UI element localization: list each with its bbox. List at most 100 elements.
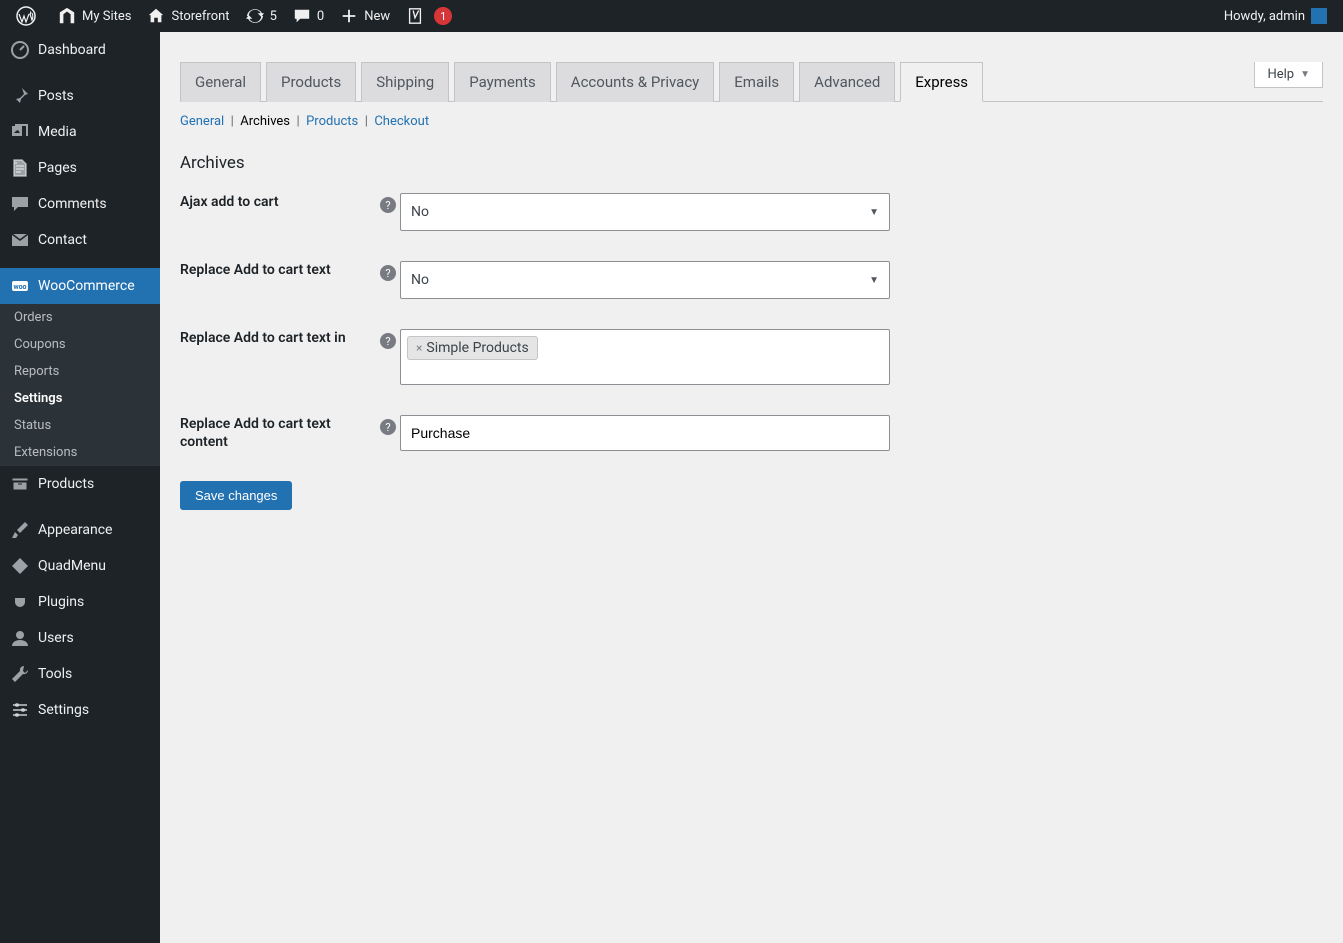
sidebar-item-label: Tools [38, 666, 72, 682]
field-label-replace-text: Replace Add to cart text [180, 261, 380, 279]
select-value: No [411, 272, 429, 288]
sidebar-item-comments[interactable]: Comments [0, 186, 160, 222]
sidebar-item-label: Dashboard [38, 42, 106, 58]
sidebar-item-media[interactable]: Media [0, 114, 160, 150]
comment-icon [293, 7, 311, 25]
chip-simple-products: × Simple Products [407, 336, 538, 360]
sidebar-item-appearance[interactable]: Appearance [0, 512, 160, 548]
sidebar-item-posts[interactable]: Posts [0, 78, 160, 114]
subtab-general[interactable]: General [180, 114, 224, 129]
sidebar-item-products[interactable]: Products [0, 466, 160, 502]
admin-sidebar: Dashboard Posts Media Pages Comments Con… [0, 32, 160, 943]
section-subtabs: General | Archives | Products | Checkout [180, 114, 1323, 129]
sidebar-item-label: Posts [38, 88, 74, 104]
wp-logo[interactable] [8, 0, 50, 32]
replace-text-in-multiselect[interactable]: × Simple Products [400, 329, 890, 385]
mail-icon [10, 230, 30, 250]
help-tooltip-icon[interactable]: ? [380, 197, 396, 213]
tab-payments[interactable]: Payments [454, 62, 551, 102]
tab-general[interactable]: General [180, 62, 261, 102]
sidebar-item-users[interactable]: Users [0, 620, 160, 656]
sidebar-item-label: Contact [38, 232, 87, 248]
woocommerce-icon: woo [10, 276, 30, 296]
diamond-icon [10, 556, 30, 576]
sidebar-item-pages[interactable]: Pages [0, 150, 160, 186]
sites-icon [58, 7, 76, 25]
home-icon [147, 7, 165, 25]
help-tooltip-icon[interactable]: ? [380, 333, 396, 349]
dashboard-icon [10, 40, 30, 60]
new-content-link[interactable]: New [332, 0, 398, 32]
sidebar-item-label: QuadMenu [38, 558, 106, 574]
sidebar-item-label: WooCommerce [38, 278, 135, 294]
submenu-status[interactable]: Status [0, 412, 160, 439]
sidebar-item-label: Products [38, 476, 94, 492]
save-changes-button[interactable]: Save changes [180, 481, 292, 510]
section-title: Archives [180, 153, 1323, 173]
chevron-down-icon: ▼ [869, 207, 879, 218]
site-name-label: Storefront [171, 9, 229, 24]
ajax-add-to-cart-select[interactable]: No ▼ [400, 193, 890, 231]
yoast-badge: 1 [434, 7, 452, 25]
svg-text:woo: woo [13, 283, 26, 291]
submenu-reports[interactable]: Reports [0, 358, 160, 385]
sidebar-item-tools[interactable]: Tools [0, 656, 160, 692]
field-label-ajax-add-to-cart: Ajax add to cart [180, 193, 380, 211]
howdy-label: Howdy, admin [1224, 9, 1305, 24]
updates-icon [246, 7, 264, 25]
subtab-products[interactable]: Products [306, 114, 358, 129]
tab-advanced[interactable]: Advanced [799, 62, 895, 102]
brush-icon [10, 520, 30, 540]
woocommerce-submenu: Orders Coupons Reports Settings Status E… [0, 304, 160, 466]
submenu-settings[interactable]: Settings [0, 385, 160, 412]
tab-emails[interactable]: Emails [719, 62, 794, 102]
my-sites-link[interactable]: My Sites [50, 0, 139, 32]
sidebar-item-label: Settings [38, 702, 89, 718]
plug-icon [10, 592, 30, 612]
site-name-link[interactable]: Storefront [139, 0, 237, 32]
yoast-link[interactable]: 1 [398, 0, 460, 32]
field-label-replace-text-in: Replace Add to cart text in [180, 329, 380, 347]
settings-form: Ajax add to cart ? No ▼ Replace Add to c… [180, 193, 1323, 451]
media-icon [10, 122, 30, 142]
submenu-orders[interactable]: Orders [0, 304, 160, 331]
replace-text-content-input[interactable] [400, 415, 890, 451]
subtab-archives[interactable]: Archives [240, 114, 290, 129]
chevron-down-icon: ▼ [869, 275, 879, 286]
help-tooltip-icon[interactable]: ? [380, 265, 396, 281]
replace-text-select[interactable]: No ▼ [400, 261, 890, 299]
wrench-icon [10, 664, 30, 684]
new-label: New [364, 9, 390, 24]
user-icon [10, 628, 30, 648]
sidebar-item-dashboard[interactable]: Dashboard [0, 32, 160, 68]
remove-chip-icon[interactable]: × [416, 341, 424, 355]
tab-express[interactable]: Express [900, 62, 983, 102]
wordpress-logo-icon [16, 6, 36, 26]
admin-toolbar: My Sites Storefront 5 0 New 1 Howdy, adm… [0, 0, 1343, 32]
sidebar-item-contact[interactable]: Contact [0, 222, 160, 258]
help-tooltip-icon[interactable]: ? [380, 419, 396, 435]
subtab-checkout[interactable]: Checkout [374, 114, 429, 129]
pages-icon [10, 158, 30, 178]
tab-products[interactable]: Products [266, 62, 356, 102]
comments-link[interactable]: 0 [285, 0, 332, 32]
my-sites-label: My Sites [82, 9, 131, 24]
tab-shipping[interactable]: Shipping [361, 62, 449, 102]
sidebar-item-settings[interactable]: Settings [0, 692, 160, 728]
sidebar-item-plugins[interactable]: Plugins [0, 584, 160, 620]
help-toggle[interactable]: Help ▼ [1254, 62, 1323, 88]
comments-count: 0 [317, 9, 324, 24]
avatar [1311, 8, 1327, 24]
submenu-coupons[interactable]: Coupons [0, 331, 160, 358]
updates-link[interactable]: 5 [238, 0, 285, 32]
tab-accounts-privacy[interactable]: Accounts & Privacy [556, 62, 714, 102]
submenu-extensions[interactable]: Extensions [0, 439, 160, 466]
account-link[interactable]: Howdy, admin [1216, 0, 1335, 32]
sidebar-item-woocommerce[interactable]: woo WooCommerce [0, 268, 160, 304]
sidebar-item-label: Appearance [38, 522, 112, 538]
plus-icon [340, 7, 358, 25]
sidebar-item-quadmenu[interactable]: QuadMenu [0, 548, 160, 584]
updates-count: 5 [270, 9, 277, 24]
chevron-down-icon: ▼ [1300, 69, 1310, 80]
sidebar-item-label: Users [38, 630, 74, 646]
